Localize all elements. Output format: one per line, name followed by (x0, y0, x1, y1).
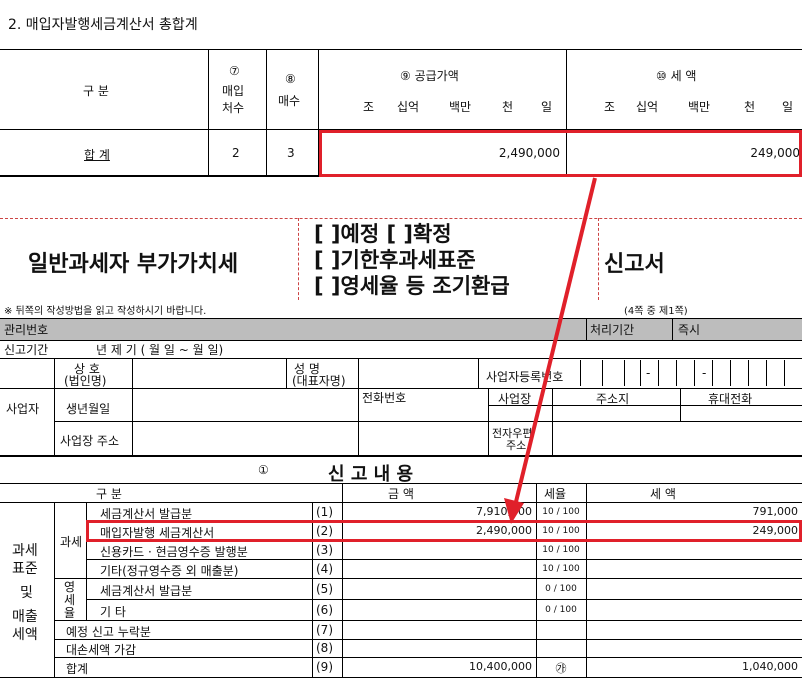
arrow-icon (504, 177, 597, 524)
